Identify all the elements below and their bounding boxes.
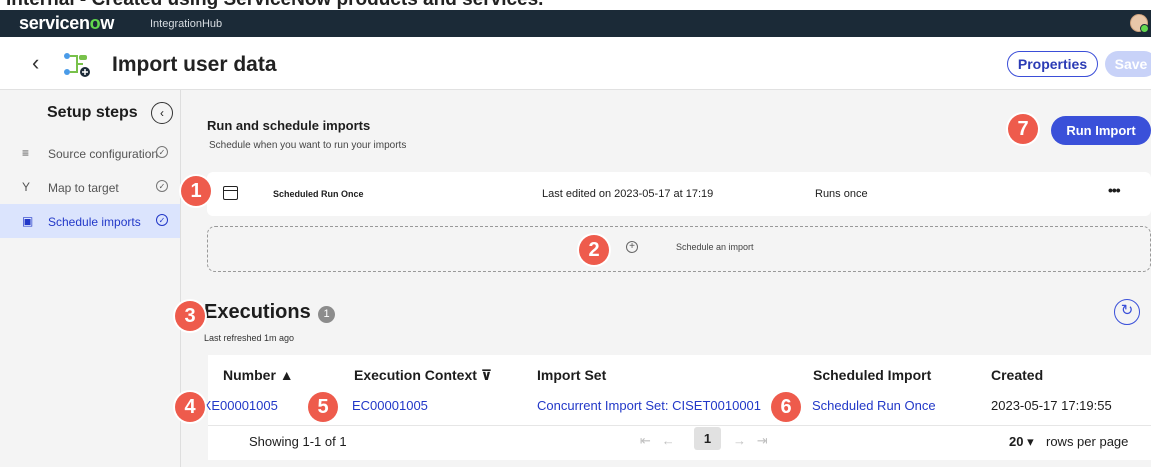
- product-name: IntegrationHub: [150, 18, 223, 30]
- collapse-sidebar-icon[interactable]: ‹: [151, 102, 173, 124]
- top-cut-text: Internal - Created using ServiceNow prod…: [6, 0, 543, 10]
- branch-icon: Y: [22, 180, 31, 194]
- annotation-marker-3: 3: [175, 301, 205, 331]
- check-circle-icon: ✓: [156, 214, 168, 226]
- execution-number-link[interactable]: EXE00001005: [194, 398, 278, 413]
- setup-sidebar: Setup steps ‹ ≡ Source configuration ✓ Y…: [0, 90, 181, 467]
- save-button[interactable]: Save: [1105, 51, 1151, 77]
- app-flow-icon: [64, 53, 90, 77]
- rows-per-page-select[interactable]: 20 ▾: [1009, 434, 1034, 450]
- execution-count-badge: 1: [318, 306, 335, 323]
- column-created: Created: [991, 367, 1044, 383]
- run-import-button[interactable]: Run Import: [1051, 116, 1151, 145]
- rows-per-page-label: rows per page: [1046, 434, 1129, 449]
- sidebar-item-map-to-target[interactable]: Y Map to target ✓: [0, 170, 180, 204]
- import-set-link[interactable]: Concurrent Import Set: CISET0010001: [537, 398, 761, 413]
- back-icon[interactable]: ‹: [32, 50, 39, 76]
- top-navigation: servicenow IntegrationHub: [0, 10, 1151, 37]
- execution-context-link[interactable]: EC00001005: [352, 398, 428, 413]
- pagination-previous-icons[interactable]: ⇤ ←: [640, 433, 675, 449]
- table-divider: [208, 425, 1151, 426]
- last-refreshed: Last refreshed 1m ago: [204, 333, 295, 343]
- more-actions-icon[interactable]: •••: [1108, 182, 1121, 198]
- schedule-runs: Runs once: [815, 188, 868, 200]
- run-title: Run and schedule imports: [207, 118, 371, 133]
- servicenow-logo[interactable]: servicenow: [19, 13, 114, 34]
- user-avatar-icon[interactable]: [1130, 14, 1149, 33]
- executions-title: Executions: [204, 301, 311, 323]
- sidebar-item-schedule-imports[interactable]: ▣ Schedule imports ✓: [0, 204, 180, 238]
- run-subtitle: Schedule when you want to run your impor…: [209, 140, 407, 151]
- properties-button[interactable]: Properties: [1007, 51, 1098, 77]
- refresh-icon[interactable]: ↻: [1114, 299, 1140, 325]
- column-number[interactable]: Number ▲: [223, 367, 294, 383]
- setup-steps-title: Setup steps: [47, 104, 138, 121]
- database-icon: ≡: [22, 146, 30, 160]
- sidebar-item-label: Source configuration: [48, 147, 159, 161]
- sidebar-item-label: Schedule imports: [48, 215, 141, 229]
- schedule-import-label: Schedule an import: [676, 242, 754, 252]
- annotation-marker-6: 6: [771, 392, 801, 422]
- schedule-card[interactable]: Scheduled Run Once Last edited on 2023-0…: [207, 172, 1151, 216]
- check-circle-icon: ✓: [156, 146, 168, 158]
- schedule-name: Scheduled Run Once: [273, 189, 364, 199]
- title-bar: ‹ Import user data Properties Save: [0, 37, 1151, 90]
- pagination-next-icons[interactable]: → ⇥: [733, 433, 768, 449]
- scheduled-import-link[interactable]: Scheduled Run Once: [812, 398, 936, 413]
- column-import-set: Import Set: [537, 367, 607, 383]
- top-cut-banner: Internal - Created using ServiceNow prod…: [0, 0, 1151, 10]
- page-title: Import user data: [112, 53, 277, 76]
- column-scheduled-import: Scheduled Import: [813, 367, 932, 383]
- check-circle-icon: ✓: [156, 180, 168, 192]
- sidebar-item-label: Map to target: [48, 181, 119, 195]
- annotation-marker-5: 5: [308, 392, 338, 422]
- current-page-button[interactable]: 1: [694, 427, 721, 450]
- schedule-import-dropzone[interactable]: + Schedule an import: [207, 226, 1151, 272]
- annotation-marker-1: 1: [181, 176, 211, 206]
- annotation-marker-4: 4: [175, 392, 205, 422]
- calendar-icon: [223, 186, 238, 200]
- sidebar-item-source-configuration[interactable]: ≡ Source configuration ✓: [0, 136, 180, 170]
- column-execution-context[interactable]: Execution Context ⊽: [354, 367, 492, 384]
- calendar-clock-icon: ▣: [22, 214, 34, 228]
- pagination-status: Showing 1-1 of 1: [249, 434, 347, 449]
- plus-icon: +: [626, 241, 638, 253]
- annotation-marker-7: 7: [1008, 114, 1038, 144]
- created-value: 2023-05-17 17:19:55: [991, 398, 1112, 413]
- executions-table: Number ▲ Execution Context ⊽ Import Set …: [194, 355, 1151, 460]
- annotation-marker-2: 2: [579, 235, 609, 265]
- schedule-edited: Last edited on 2023-05-17 at 17:19: [542, 188, 714, 200]
